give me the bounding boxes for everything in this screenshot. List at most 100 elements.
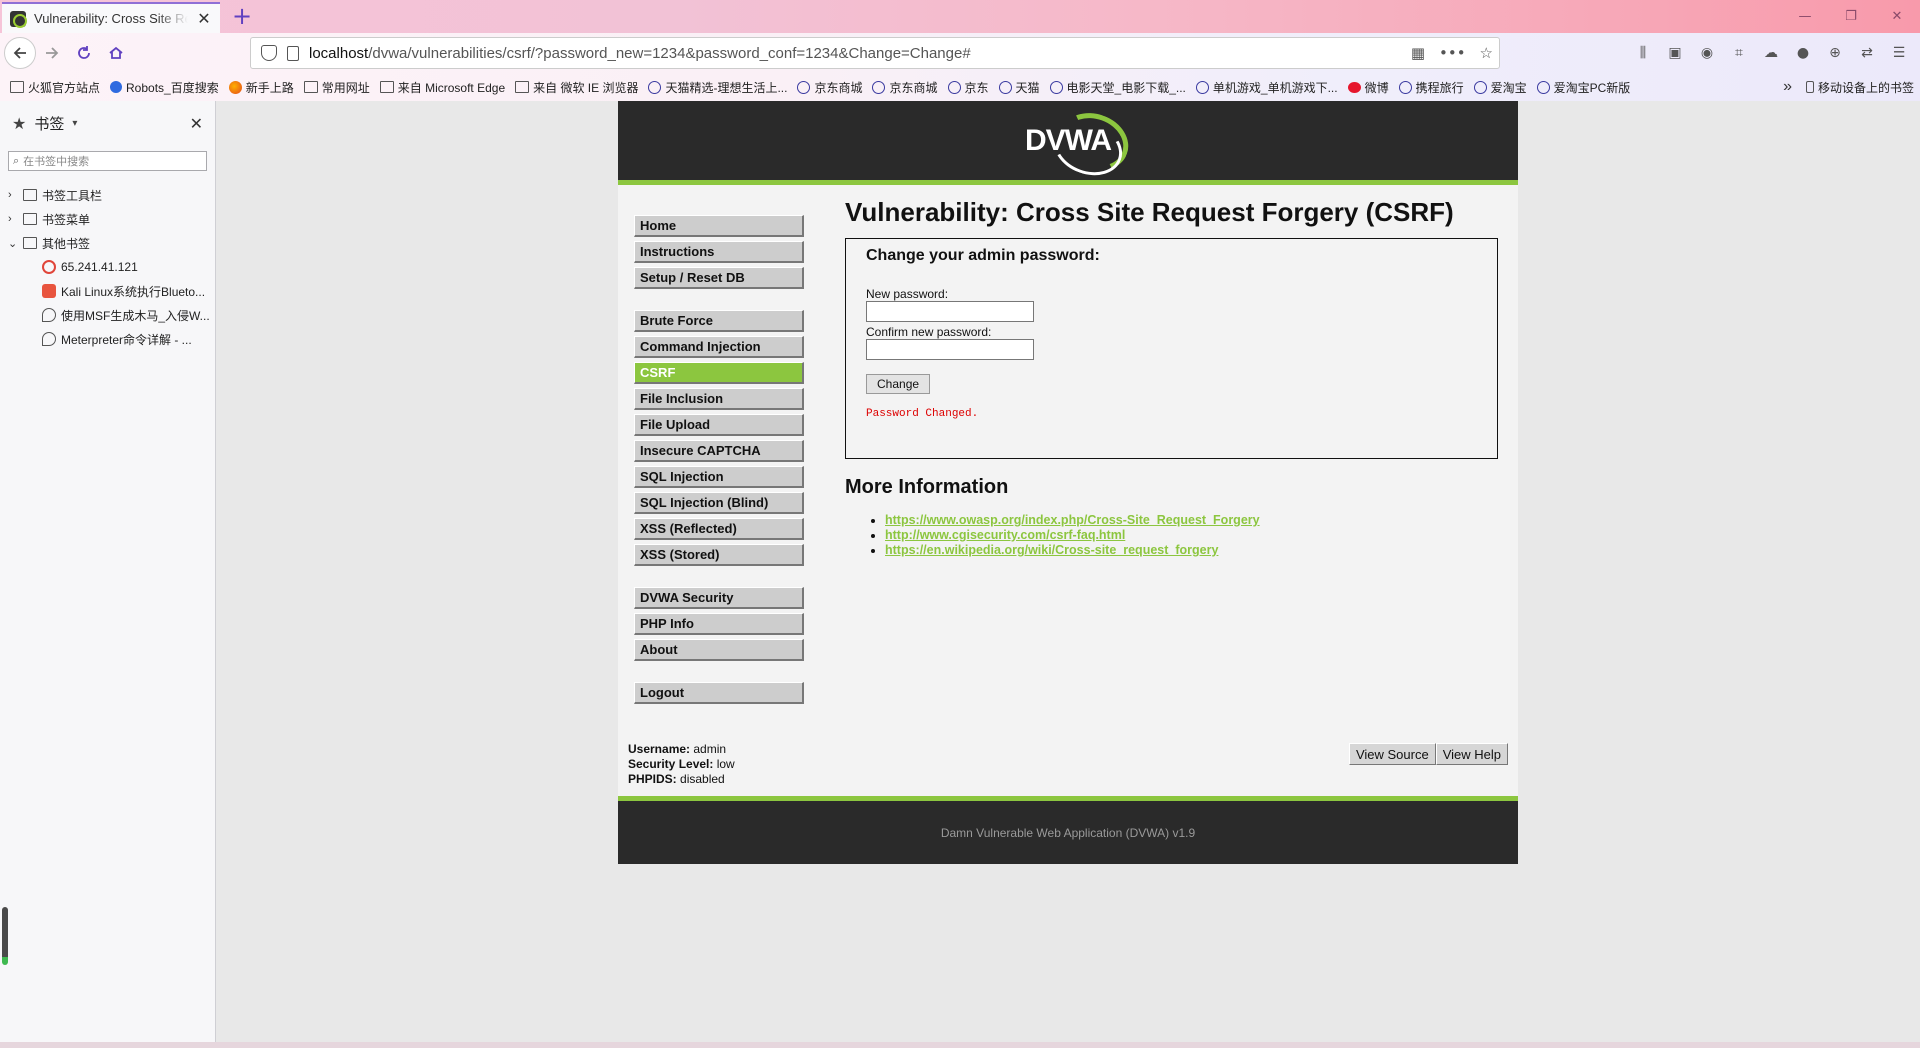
menu-command-injection[interactable]: Command Injection — [634, 336, 804, 358]
menu-file-upload[interactable]: File Upload — [634, 414, 804, 436]
bookmark-item[interactable]: 天猫 — [998, 79, 1040, 96]
account-icon[interactable]: ◉ — [1696, 42, 1718, 64]
download-icon[interactable]: ⊕ — [1824, 42, 1846, 64]
close-window-icon[interactable]: ✕ — [1874, 0, 1920, 33]
back-button[interactable] — [4, 37, 36, 69]
menu-xss-stored[interactable]: XSS (Stored) — [634, 544, 804, 566]
forward-button[interactable] — [36, 37, 68, 69]
status-message: Password Changed. — [866, 408, 979, 420]
sidebar-scrollbar[interactable] — [2, 907, 8, 965]
menu-file-inclusion[interactable]: File Inclusion — [634, 388, 804, 410]
bookmark-item[interactable]: 爱淘宝 — [1473, 79, 1527, 96]
home-button[interactable] — [100, 37, 132, 69]
bookmark-item[interactable]: 来自 Microsoft Edge — [379, 79, 505, 96]
chevron-right-icon[interactable]: › — [8, 189, 18, 201]
tree-folder-other[interactable]: ⌄ 其他书签 — [0, 231, 215, 255]
url-text[interactable]: localhost/dvwa/vulnerabilities/csrf/?pas… — [309, 45, 971, 62]
menu-home[interactable]: Home — [634, 215, 804, 237]
source-help-buttons: View Source View Help — [1348, 743, 1508, 765]
bookmark-item[interactable]: 京东商城 — [797, 79, 862, 96]
bookmark-item[interactable]: 来自 微软 IE 浏览器 — [515, 79, 638, 96]
bookmark-item[interactable]: 火狐官方站点 — [10, 79, 100, 96]
screenshot-icon[interactable]: ⌗ — [1728, 42, 1750, 64]
cloud-icon[interactable]: ☁ — [1760, 42, 1782, 64]
view-help-button[interactable]: View Help — [1435, 743, 1508, 765]
new-tab-button[interactable]: + — [230, 4, 254, 28]
minimize-icon[interactable]: — — [1782, 0, 1828, 33]
menu-xss-reflected[interactable]: XSS (Reflected) — [634, 518, 804, 540]
tree-bookmark[interactable]: 使用MSF生成木马_入侵W... — [0, 303, 215, 327]
bookmark-item[interactable]: 携程旅行 — [1398, 79, 1464, 96]
confirm-password-input[interactable] — [866, 339, 1034, 360]
info-links: https://www.owasp.org/index.php/Cross-Si… — [845, 513, 1500, 558]
bookmark-item[interactable]: 新手上路 — [228, 79, 294, 96]
bookmark-item[interactable]: 天猫精选-理想生活上... — [648, 79, 787, 96]
menu-hamburger-icon[interactable]: ☰ — [1888, 42, 1910, 64]
site-favicon-icon — [42, 260, 56, 274]
chevron-more-icon[interactable]: » — [1783, 78, 1792, 96]
tree-folder-toolbar[interactable]: › 书签工具栏 — [0, 183, 215, 207]
dvwa-main-body: Vulnerability: Cross Site Request Forger… — [845, 197, 1500, 558]
menu-sql-injection[interactable]: SQL Injection — [634, 466, 804, 488]
url-bar[interactable]: localhost/dvwa/vulnerabilities/csrf/?pas… — [250, 37, 1500, 69]
bookmark-item[interactable]: 爱淘宝PC新版 — [1536, 79, 1630, 96]
bookmark-item[interactable]: 微博 — [1347, 79, 1389, 96]
session-info: Username: admin Security Level: low PHPI… — [628, 742, 735, 787]
menu-csrf[interactable]: CSRF — [634, 362, 804, 384]
page-actions-icon[interactable]: ••• — [1439, 44, 1466, 62]
bookmark-star-icon[interactable]: ☆ — [1480, 44, 1493, 62]
menu-logout[interactable]: Logout — [634, 682, 804, 704]
bookmark-label: Robots_百度搜索 — [126, 80, 219, 95]
bookmark-label: 电影天堂_电影下载_... — [1066, 80, 1186, 95]
link-wikipedia[interactable]: https://en.wikipedia.org/wiki/Cross-site… — [885, 543, 1218, 557]
chevron-down-icon[interactable]: ⌄ — [8, 237, 18, 250]
link-cgisecurity[interactable]: http://www.cgisecurity.com/csrf-faq.html — [885, 528, 1125, 542]
menu-php-info[interactable]: PHP Info — [634, 613, 804, 635]
mobile-bookmarks[interactable]: 移动设备上的书签 — [1805, 79, 1914, 96]
close-sidebar-icon[interactable]: ✕ — [190, 114, 203, 133]
tree-folder-menu[interactable]: › 书签菜单 — [0, 207, 215, 231]
folder-icon — [515, 81, 530, 93]
bookmark-item[interactable]: 京东 — [947, 79, 989, 96]
tracking-protection-shield-icon[interactable] — [261, 45, 277, 61]
bookmark-item[interactable]: Robots_百度搜索 — [110, 79, 219, 96]
sync-icon[interactable]: ⇄ — [1856, 42, 1878, 64]
bookmark-item[interactable]: 电影天堂_电影下载_... — [1049, 79, 1186, 96]
bookmark-search-input[interactable]: ⌕ 在书签中搜索 — [8, 151, 207, 171]
view-source-button[interactable]: View Source — [1348, 743, 1436, 765]
tab-dvwa-csrf[interactable]: Vulnerability: Cross Site Request Forger… — [2, 2, 220, 33]
menu-brute-force[interactable]: Brute Force — [634, 310, 804, 332]
link-owasp[interactable]: https://www.owasp.org/index.php/Cross-Si… — [885, 513, 1260, 527]
reload-button[interactable] — [68, 37, 100, 69]
menu-about[interactable]: About — [634, 639, 804, 661]
bookmark-item[interactable]: 京东商城 — [872, 79, 938, 96]
chevron-down-icon[interactable]: ▾ — [72, 118, 77, 129]
change-button[interactable]: Change — [866, 374, 931, 394]
page-info-icon[interactable] — [287, 45, 299, 61]
extension-circle-icon[interactable]: ● — [1792, 42, 1814, 64]
globe-icon — [1536, 80, 1550, 94]
mobile-icon — [1805, 81, 1814, 93]
sidebar-toggle-icon[interactable]: ▣ — [1664, 42, 1686, 64]
bookmark-label: 来自 微软 IE 浏览器 — [533, 80, 639, 95]
qr-code-icon[interactable]: ▦ — [1411, 44, 1425, 62]
menu-setup-reset-db[interactable]: Setup / Reset DB — [634, 267, 804, 289]
bookmark-item[interactable]: 单机游戏_单机游戏下... — [1195, 79, 1338, 96]
menu-sql-injection-blind[interactable]: SQL Injection (Blind) — [634, 492, 804, 514]
tree-label: 65.241.41.121 — [61, 260, 138, 274]
close-tab-icon[interactable]: ✕ — [196, 9, 212, 28]
menu-dvwa-security[interactable]: DVWA Security — [634, 587, 804, 609]
tree-bookmark[interactable]: Meterpreter命令详解 - ... — [0, 327, 215, 351]
library-icon[interactable]: ⫼ — [1632, 42, 1654, 64]
restore-icon[interactable]: ❐ — [1828, 0, 1874, 33]
tree-bookmark[interactable]: 65.241.41.121 — [0, 255, 215, 279]
new-password-input[interactable] — [866, 301, 1034, 322]
bookmark-label: 单机游戏_单机游戏下... — [1212, 80, 1338, 95]
bookmark-label: 新手上路 — [245, 80, 294, 95]
menu-instructions[interactable]: Instructions — [634, 241, 804, 263]
tree-bookmark[interactable]: Kali Linux系统执行Blueto... — [0, 279, 215, 303]
bookmark-item[interactable]: 常用网址 — [303, 79, 370, 96]
chevron-right-icon[interactable]: › — [8, 213, 18, 225]
menu-insecure-captcha[interactable]: Insecure CAPTCHA — [634, 440, 804, 462]
sidebar-title[interactable]: 书签 — [34, 113, 64, 134]
